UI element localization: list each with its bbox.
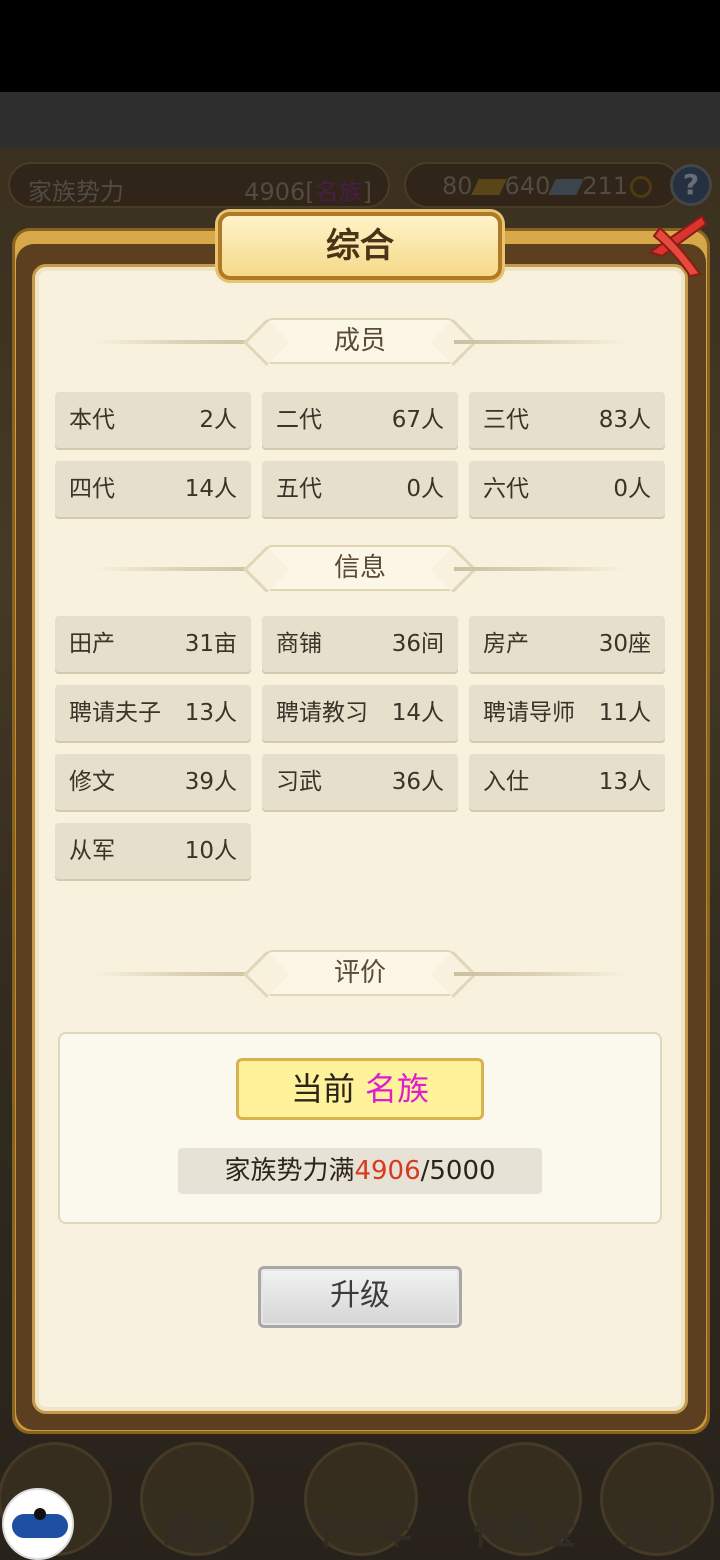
- section-plate: 评价: [266, 950, 454, 996]
- progress-current: 4906: [354, 1156, 421, 1186]
- cell-label: 四代: [69, 476, 115, 502]
- section-header-info: 信息: [96, 545, 624, 593]
- info-cell-tutors: 聘请夫子 13人: [55, 685, 251, 743]
- section-label-members: 成员: [333, 326, 386, 356]
- info-cell-shops: 商铺 36间: [262, 616, 458, 674]
- cell-value: 13人: [598, 769, 651, 795]
- progress-max: /5000: [420, 1156, 496, 1186]
- cell-value: 14人: [184, 476, 237, 502]
- app-header-bar: [0, 92, 720, 148]
- cell-value: 67人: [391, 407, 444, 433]
- close-icon: [647, 214, 708, 278]
- cell-label: 房产: [483, 631, 529, 657]
- current-rank-label: 当前: [290, 1070, 355, 1108]
- floating-assistant-icon[interactable]: [2, 1488, 74, 1560]
- cell-label: 聘请教习: [276, 700, 368, 726]
- member-cell-gen2: 二代 67人: [262, 392, 458, 450]
- cell-label: 从军: [69, 838, 115, 864]
- cell-label: 修文: [69, 769, 115, 795]
- info-cell-officials: 入仕 13人: [469, 754, 665, 812]
- cell-label: 二代: [276, 407, 322, 433]
- current-rank-name: 名族: [365, 1070, 430, 1108]
- info-cell-houses: 房产 30座: [469, 616, 665, 674]
- divider-line: [454, 972, 624, 976]
- assistant-logo-dot: [34, 1508, 46, 1520]
- divider-line: [96, 972, 266, 976]
- progress-prefix: 家族势力满: [224, 1156, 355, 1186]
- info-cell-mentors: 聘请导师 11人: [469, 685, 665, 743]
- dialog-title-plate: 综合: [218, 212, 502, 280]
- member-cell-gen3: 三代 83人: [469, 392, 665, 450]
- cell-value: 13人: [184, 700, 237, 726]
- member-cell-gen6: 六代 0人: [469, 461, 665, 519]
- status-bar: [0, 0, 720, 92]
- info-cell-military: 从军 10人: [55, 823, 251, 881]
- cell-value: 0人: [613, 476, 651, 502]
- cell-label: 田产: [69, 631, 115, 657]
- section-plate: 信息: [266, 545, 454, 591]
- cell-label: 习武: [276, 769, 322, 795]
- cell-value: 11人: [598, 700, 651, 726]
- member-cell-gen1: 本代 2人: [55, 392, 251, 450]
- cell-value: 0人: [406, 476, 444, 502]
- divider-line: [96, 567, 266, 571]
- info-cell-literature: 修文 39人: [55, 754, 251, 812]
- cell-value: 39人: [184, 769, 237, 795]
- member-cell-gen4: 四代 14人: [55, 461, 251, 519]
- cell-value: 14人: [391, 700, 444, 726]
- section-plate: 成员: [266, 318, 454, 364]
- cell-label: 商铺: [276, 631, 322, 657]
- cell-label: 聘请夫子: [69, 700, 161, 726]
- section-label-info: 信息: [333, 553, 386, 583]
- section-header-evaluation: 评价: [96, 950, 624, 998]
- cell-value: 10人: [184, 838, 237, 864]
- divider-line: [454, 567, 624, 571]
- cell-value: 30座: [598, 631, 651, 657]
- cell-label: 本代: [69, 407, 115, 433]
- cell-label: 入仕: [483, 769, 529, 795]
- cell-value: 36间: [391, 631, 444, 657]
- info-cell-farmland: 田产 31亩: [55, 616, 251, 674]
- divider-line: [96, 340, 266, 344]
- close-button[interactable]: [640, 208, 714, 282]
- cell-label: 三代: [483, 407, 529, 433]
- section-header-members: 成员: [96, 318, 624, 366]
- current-rank-badge: 当前 名族: [236, 1058, 484, 1120]
- power-progress: 家族势力满4906/5000: [178, 1148, 542, 1194]
- cell-value: 83人: [598, 407, 651, 433]
- info-cell-instructors: 聘请教习 14人: [262, 685, 458, 743]
- cell-value: 36人: [391, 769, 444, 795]
- section-label-evaluation: 评价: [333, 958, 386, 988]
- cell-value: 2人: [199, 407, 237, 433]
- cell-label: 六代: [483, 476, 529, 502]
- cell-label: 五代: [276, 476, 322, 502]
- upgrade-button[interactable]: 升级: [258, 1266, 462, 1328]
- cell-value: 31亩: [184, 631, 237, 657]
- info-cell-martial: 习武 36人: [262, 754, 458, 812]
- divider-line: [454, 340, 624, 344]
- cell-label: 聘请导师: [483, 700, 575, 726]
- dialog-title: 综合: [326, 226, 394, 266]
- member-cell-gen5: 五代 0人: [262, 461, 458, 519]
